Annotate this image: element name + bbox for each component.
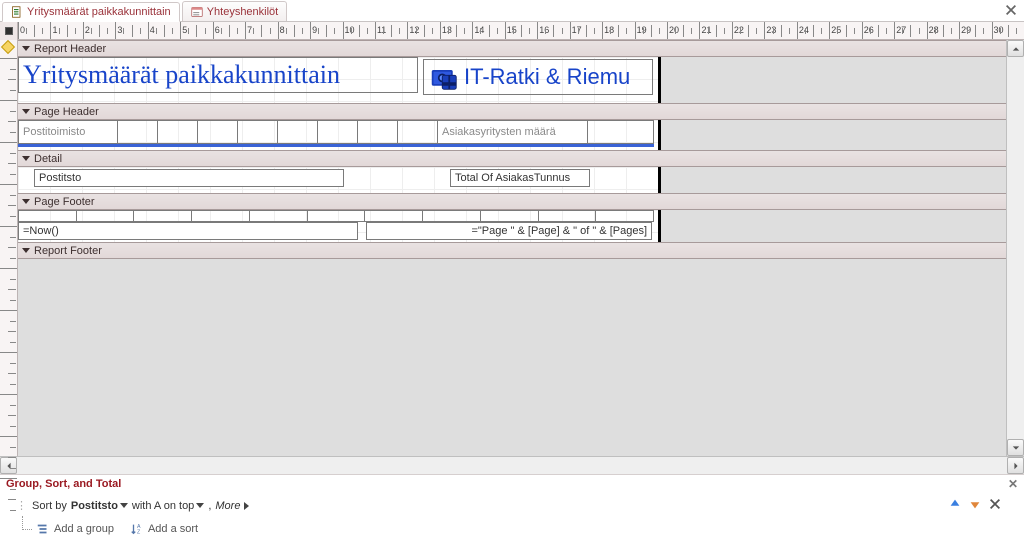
now-expr-text: =Now() bbox=[23, 225, 59, 237]
now-expr-control[interactable]: =Now() bbox=[18, 222, 358, 240]
section-body-detail[interactable]: Postitsto Total Of AsiakasTunnus bbox=[18, 167, 1024, 193]
title-label-control[interactable]: Yritysmäärät paikkakunnittain bbox=[18, 57, 418, 93]
section-bar-page-header[interactable]: Page Header bbox=[18, 103, 1024, 120]
gst-comma: , bbox=[208, 500, 211, 512]
column-header-1[interactable]: Postitoimisto bbox=[18, 120, 118, 144]
chevron-down-icon bbox=[22, 109, 30, 114]
gst-close-icon[interactable]: ✕ bbox=[1008, 477, 1018, 491]
gst-sort-field-text: Postitsto bbox=[71, 500, 118, 512]
svg-text:Z: Z bbox=[137, 529, 141, 535]
column-header-2-text: Asiakasyritysten määrä bbox=[442, 126, 556, 138]
delete-sort-icon[interactable] bbox=[988, 497, 1002, 514]
section-body-page-header[interactable]: Postitoimisto Asiakasyritysten määrä bbox=[18, 120, 1024, 150]
chevron-down-icon bbox=[196, 503, 204, 508]
add-sort-button[interactable]: AZ Add a sort bbox=[130, 522, 198, 536]
add-group-button[interactable]: Add a group bbox=[36, 522, 114, 536]
gst-title-bar: Group, Sort, and Total ✕ bbox=[0, 475, 1024, 493]
section-bar-report-footer[interactable]: Report Footer bbox=[18, 242, 1024, 259]
column-header-2[interactable]: Asiakasyritysten määrä bbox=[438, 120, 588, 144]
group-sort-total-pane: Group, Sort, and Total ✕ ⋮ Sort by Posti… bbox=[0, 474, 1024, 542]
scroll-down-icon[interactable] bbox=[1007, 439, 1024, 456]
gst-sort-order-dropdown[interactable]: with A on top bbox=[132, 500, 204, 512]
section-bar-detail[interactable]: Detail bbox=[18, 150, 1024, 167]
canvas-viewport: Report Header Yritysmäärät paikkakunnitt… bbox=[18, 40, 1024, 456]
move-down-icon[interactable] bbox=[968, 497, 982, 514]
horizontal-ruler[interactable]: 0123456789101112131415161718192021222324… bbox=[18, 22, 1024, 39]
report-canvas[interactable]: Report Header Yritysmäärät paikkakunnitt… bbox=[18, 40, 1024, 456]
chevron-down-icon bbox=[22, 248, 30, 253]
section-label: Report Footer bbox=[34, 245, 102, 257]
add-sort-text: Add a sort bbox=[148, 523, 198, 535]
horizontal-scrollbar[interactable] bbox=[0, 456, 1024, 474]
section-label: Page Header bbox=[34, 106, 99, 118]
gst-sort-by-label: Sort by bbox=[32, 500, 67, 512]
brand-text: IT-Ratki & Riemu bbox=[464, 64, 630, 90]
scroll-up-icon[interactable] bbox=[1007, 40, 1024, 57]
vertical-ruler[interactable] bbox=[0, 40, 18, 456]
tab-label: Yritysmäärät paikkakunnittain bbox=[27, 6, 171, 18]
chevron-down-icon bbox=[120, 503, 128, 508]
ruler-row: 0123456789101112131415161718192021222324… bbox=[0, 22, 1024, 40]
chevron-down-icon bbox=[22, 156, 30, 161]
page-expr-text: ="Page " & [Page] & " of " & [Pages] bbox=[471, 225, 647, 237]
document-tabs: Yritysmäärät paikkakunnittain Yhteyshenk… bbox=[0, 0, 1024, 22]
scroll-left-icon[interactable] bbox=[0, 457, 17, 474]
column-header-1-text: Postitoimisto bbox=[23, 126, 85, 138]
title-text: Yritysmäärät paikkakunnittain bbox=[23, 60, 340, 90]
gst-add-row: Add a group AZ Add a sort bbox=[0, 518, 1024, 542]
form-icon bbox=[191, 6, 203, 18]
detail-field-1-text: Postitsto bbox=[39, 172, 81, 184]
section-label: Page Footer bbox=[34, 196, 95, 208]
section-body-report-footer[interactable] bbox=[18, 259, 1024, 456]
section-label: Detail bbox=[34, 153, 62, 165]
chevron-down-icon bbox=[22, 199, 30, 204]
section-body-report-header[interactable]: Yritysmäärät paikkakunnittain bbox=[18, 57, 1024, 103]
scroll-right-icon[interactable] bbox=[1007, 457, 1024, 474]
close-icon[interactable] bbox=[1004, 3, 1018, 17]
gst-sort-order-text: with A on top bbox=[132, 500, 194, 512]
drag-handle-icon[interactable]: ⋮ bbox=[16, 499, 28, 512]
gst-more-text: More bbox=[215, 500, 240, 512]
gst-sort-row[interactable]: ⋮ Sort by Postitsto with A on top , More bbox=[0, 493, 1024, 518]
chevron-right-icon bbox=[244, 502, 249, 510]
section-bar-page-footer[interactable]: Page Footer bbox=[18, 193, 1024, 210]
chevron-down-icon bbox=[22, 46, 30, 51]
design-surface-wrap: Report Header Yritysmäärät paikkakunnitt… bbox=[0, 40, 1024, 456]
gst-more-button[interactable]: More bbox=[215, 500, 249, 512]
tab-form[interactable]: Yhteyshenkilöt bbox=[182, 1, 288, 21]
select-all-box[interactable] bbox=[0, 22, 18, 40]
section-bar-report-header[interactable]: Report Header bbox=[18, 40, 1024, 57]
detail-field-2[interactable]: Total Of AsiakasTunnus bbox=[450, 169, 590, 187]
brand-label-control[interactable]: IT-Ratki & Riemu bbox=[423, 59, 653, 95]
detail-field-1[interactable]: Postitsto bbox=[34, 169, 344, 187]
vertical-scrollbar[interactable] bbox=[1006, 40, 1024, 456]
tab-label: Yhteyshenkilöt bbox=[207, 6, 279, 18]
page-expr-control[interactable]: ="Page " & [Page] & " of " & [Pages] bbox=[366, 222, 652, 240]
section-body-page-footer[interactable]: =Now() ="Page " & [Page] & " of " & [Pag… bbox=[18, 210, 1024, 242]
detail-field-2-text: Total Of AsiakasTunnus bbox=[455, 172, 570, 184]
gst-title-text: Group, Sort, and Total bbox=[6, 478, 121, 490]
add-group-text: Add a group bbox=[54, 523, 114, 535]
report-icon bbox=[11, 6, 23, 18]
move-up-icon[interactable] bbox=[948, 497, 962, 514]
gst-sort-field-dropdown[interactable]: Postitsto bbox=[71, 500, 128, 512]
section-label: Report Header bbox=[34, 43, 106, 55]
tab-report-active[interactable]: Yritysmäärät paikkakunnittain bbox=[2, 2, 180, 22]
diamond-marker-icon bbox=[1, 40, 15, 54]
logo-icon bbox=[430, 63, 458, 91]
